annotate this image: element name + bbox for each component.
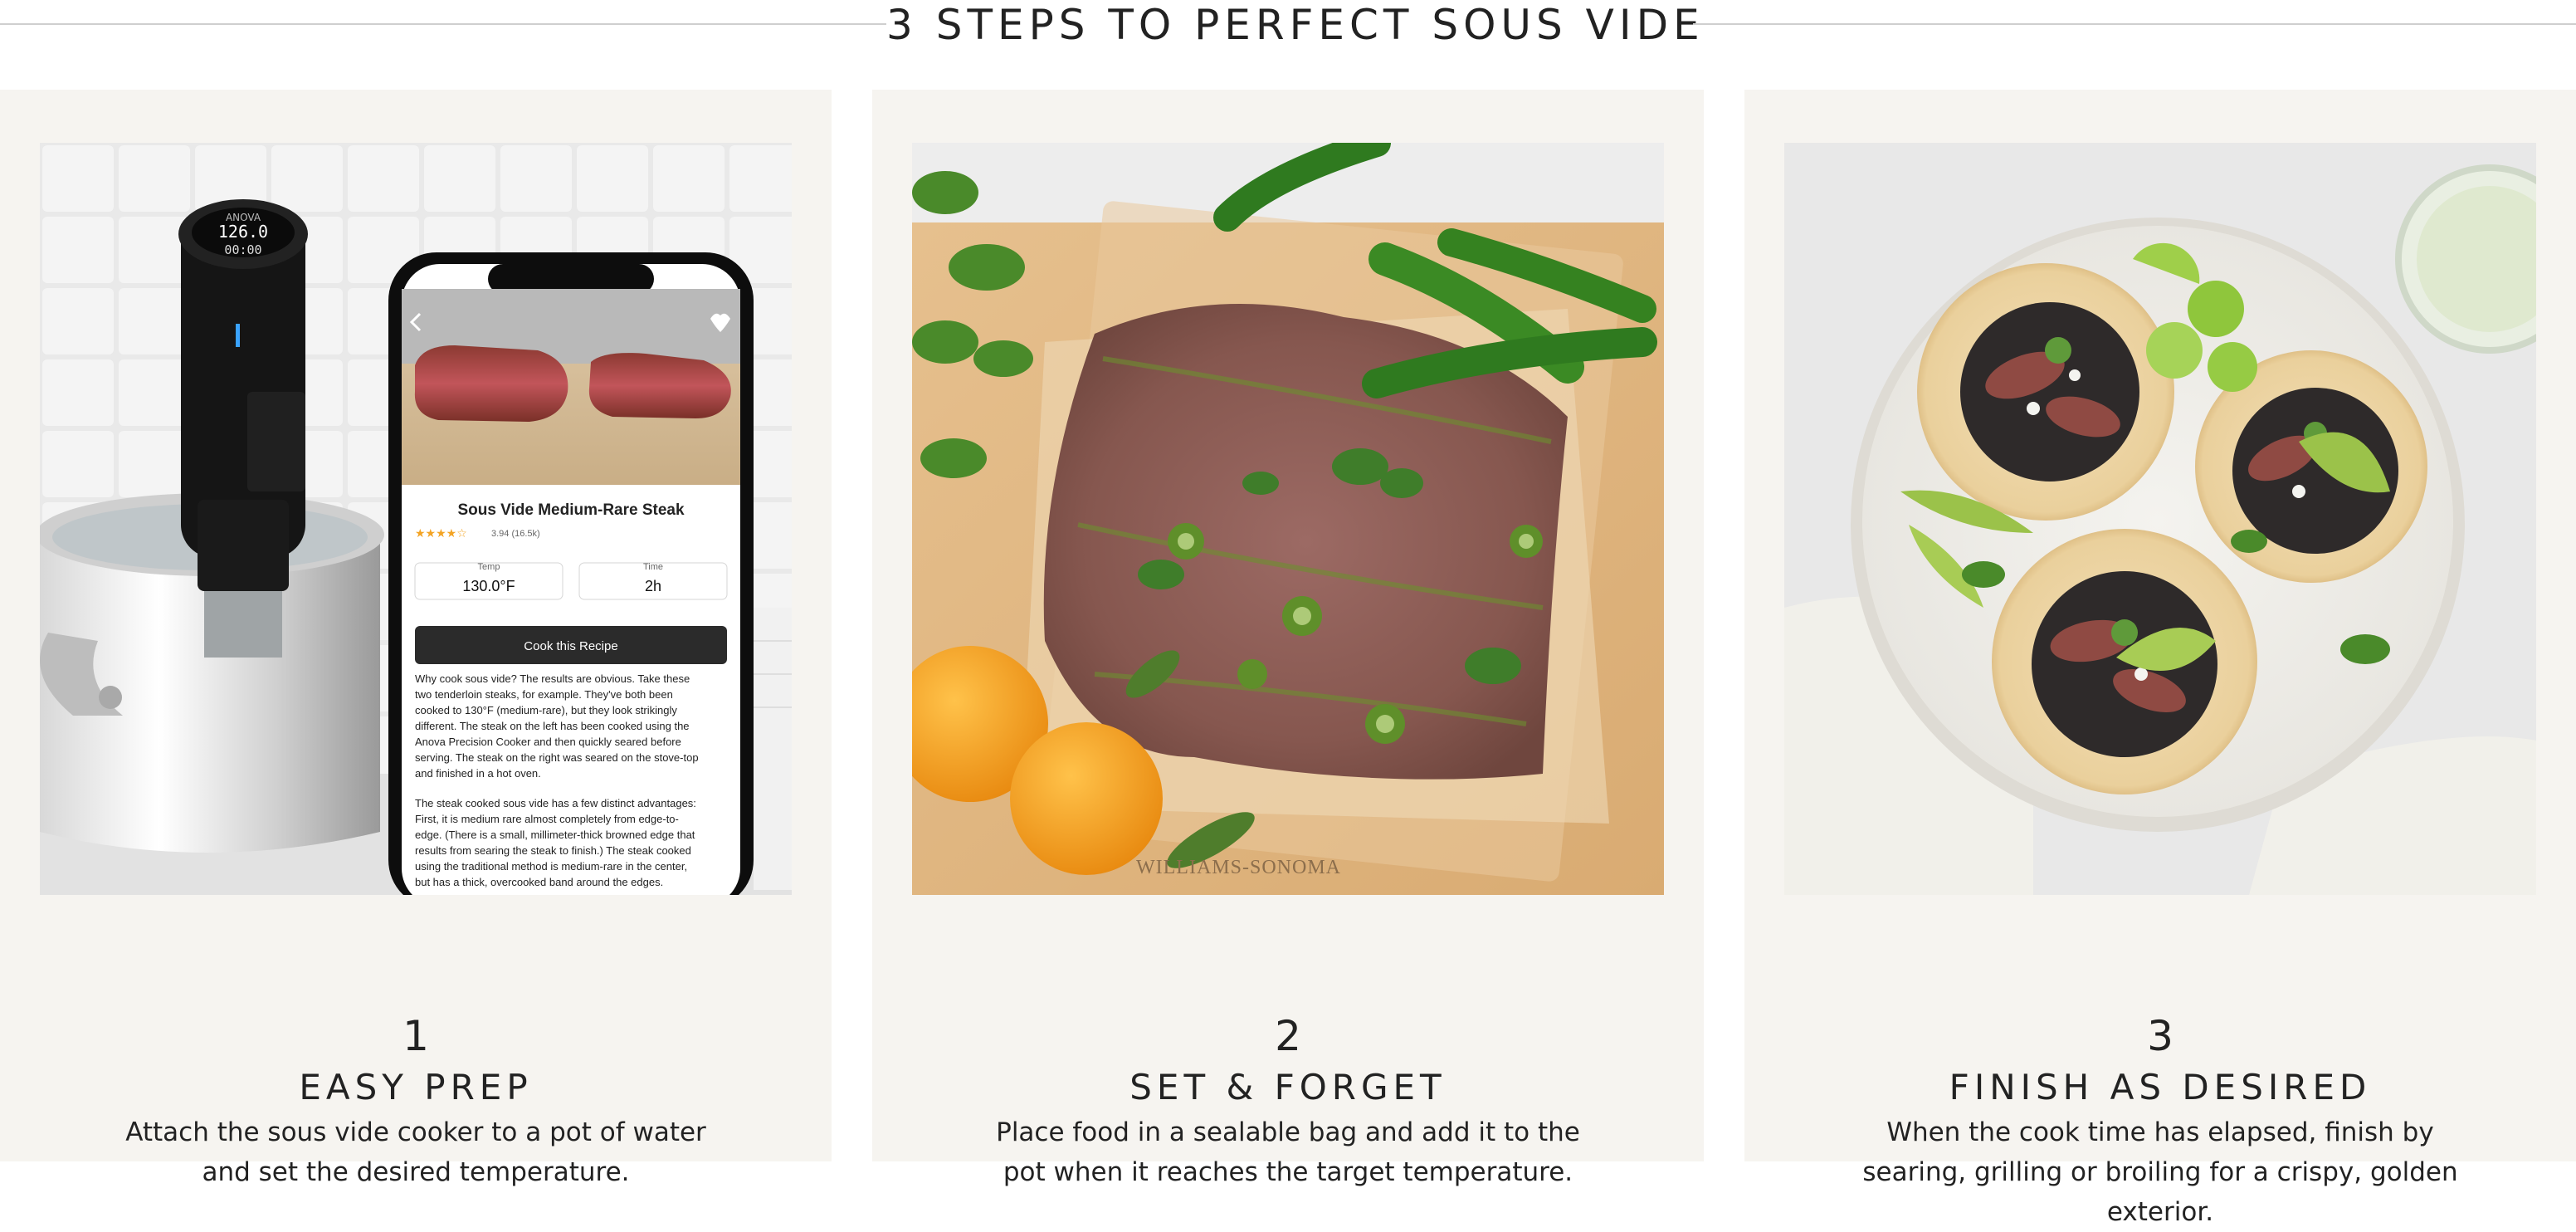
step-description: Attach the sous vide cooker to a pot of … [125,1117,706,1187]
step-card-2: WILLIAMS-SONOMA 2 SET & FORGET Place foo… [872,90,1704,1187]
step-card-3: 3 FINISH AS DESIRED When the cook time h… [1744,90,2576,1227]
step-card-1: ANOVA 126.0 00:00 Sous Vide Medium-Rare … [0,90,832,1187]
rating-text: 3.94 (16.5k) [491,529,540,539]
star-icons: ★★★★☆ [415,527,467,540]
header-rule-right [1693,23,2576,25]
svg-text:results from searing the steak: results from searing the steak to finish… [415,844,691,857]
step-number: 1 [402,1012,429,1060]
svg-text:but has a thick, overcooked ba: but has a thick, overcooked band around … [415,876,663,888]
step-3-photo [1784,143,2536,895]
device-display-timer: 00:00 [224,242,261,257]
step-description: Place food in a sealable bag and add it … [996,1117,1580,1187]
time-value: 2h [645,578,661,594]
temp-value: 130.0°F [462,578,515,594]
section-title: 3 STEPS TO PERFECT SOUS VIDE [886,1,1705,49]
step-number: 2 [1275,1012,1301,1060]
svg-text:Anova Precision Cooker and the: Anova Precision Cooker and then quickly … [415,736,681,748]
svg-text:The steak cooked sous vide has: The steak cooked sous vide has a few dis… [415,797,696,809]
step-title: FINISH AS DESIRED [1949,1067,2372,1107]
device-display-temp: 126.0 [218,222,268,242]
sous-vide-prep-illustration: ANOVA 126.0 00:00 Sous Vide Medium-Rare … [40,143,792,895]
steak-tacos-illustration [1784,143,2536,895]
step-title: SET & FORGET [1129,1067,1447,1107]
svg-text:serving. The steak on the righ: serving. The steak on the right was sear… [415,751,699,764]
svg-text:First, it is medium rare almos: First, it is medium rare almost complete… [415,813,679,825]
svg-text:two tenderloin steaks, for exa: two tenderloin steaks, for example. They… [415,688,673,701]
cook-this-recipe-button[interactable]: Cook this Recipe [415,626,727,664]
time-label: Time [643,562,663,572]
step-2-photo: WILLIAMS-SONOMA [912,143,1664,895]
svg-text:different. The steak on the le: different. The steak on the left has bee… [415,720,690,732]
temp-box[interactable]: Temp 130.0°F [414,562,564,600]
svg-text:and finished in a hot oven.: and finished in a hot oven. [415,767,541,780]
vacuum-bag-steak-illustration: WILLIAMS-SONOMA [912,143,1664,895]
cook-button-label: Cook this Recipe [524,639,617,653]
bag-watermark: WILLIAMS-SONOMA [1136,857,1341,878]
step-description: When the cook time has elapsed, finish b… [1862,1117,2458,1227]
step-number: 3 [2147,1012,2174,1060]
time-box[interactable]: Time 2h [578,562,728,600]
svg-text:using the traditional method i: using the traditional method is medium-r… [415,860,687,873]
svg-text:edge. (There is a small, milli: edge. (There is a small, millimeter-thic… [415,829,695,841]
steak-photo-left [414,345,568,422]
temp-label: Temp [478,562,500,572]
svg-text:Why cook sous vide? The result: Why cook sous vide? The results are obvi… [415,672,690,685]
svg-text:cooked to 130°F (medium-rare),: cooked to 130°F (medium-rare), but they … [415,704,677,716]
step-title: EASY PREP [299,1067,533,1107]
section-header: 3 STEPS TO PERFECT SOUS VIDE [0,0,2576,50]
rating-stars: ★★★★☆ [415,527,467,540]
marinated-steak [1043,304,1568,780]
step-1-photo: ANOVA 126.0 00:00 Sous Vide Medium-Rare … [40,143,792,895]
header-rule-left [0,23,886,25]
recipe-title: Sous Vide Medium-Rare Steak [457,501,685,519]
